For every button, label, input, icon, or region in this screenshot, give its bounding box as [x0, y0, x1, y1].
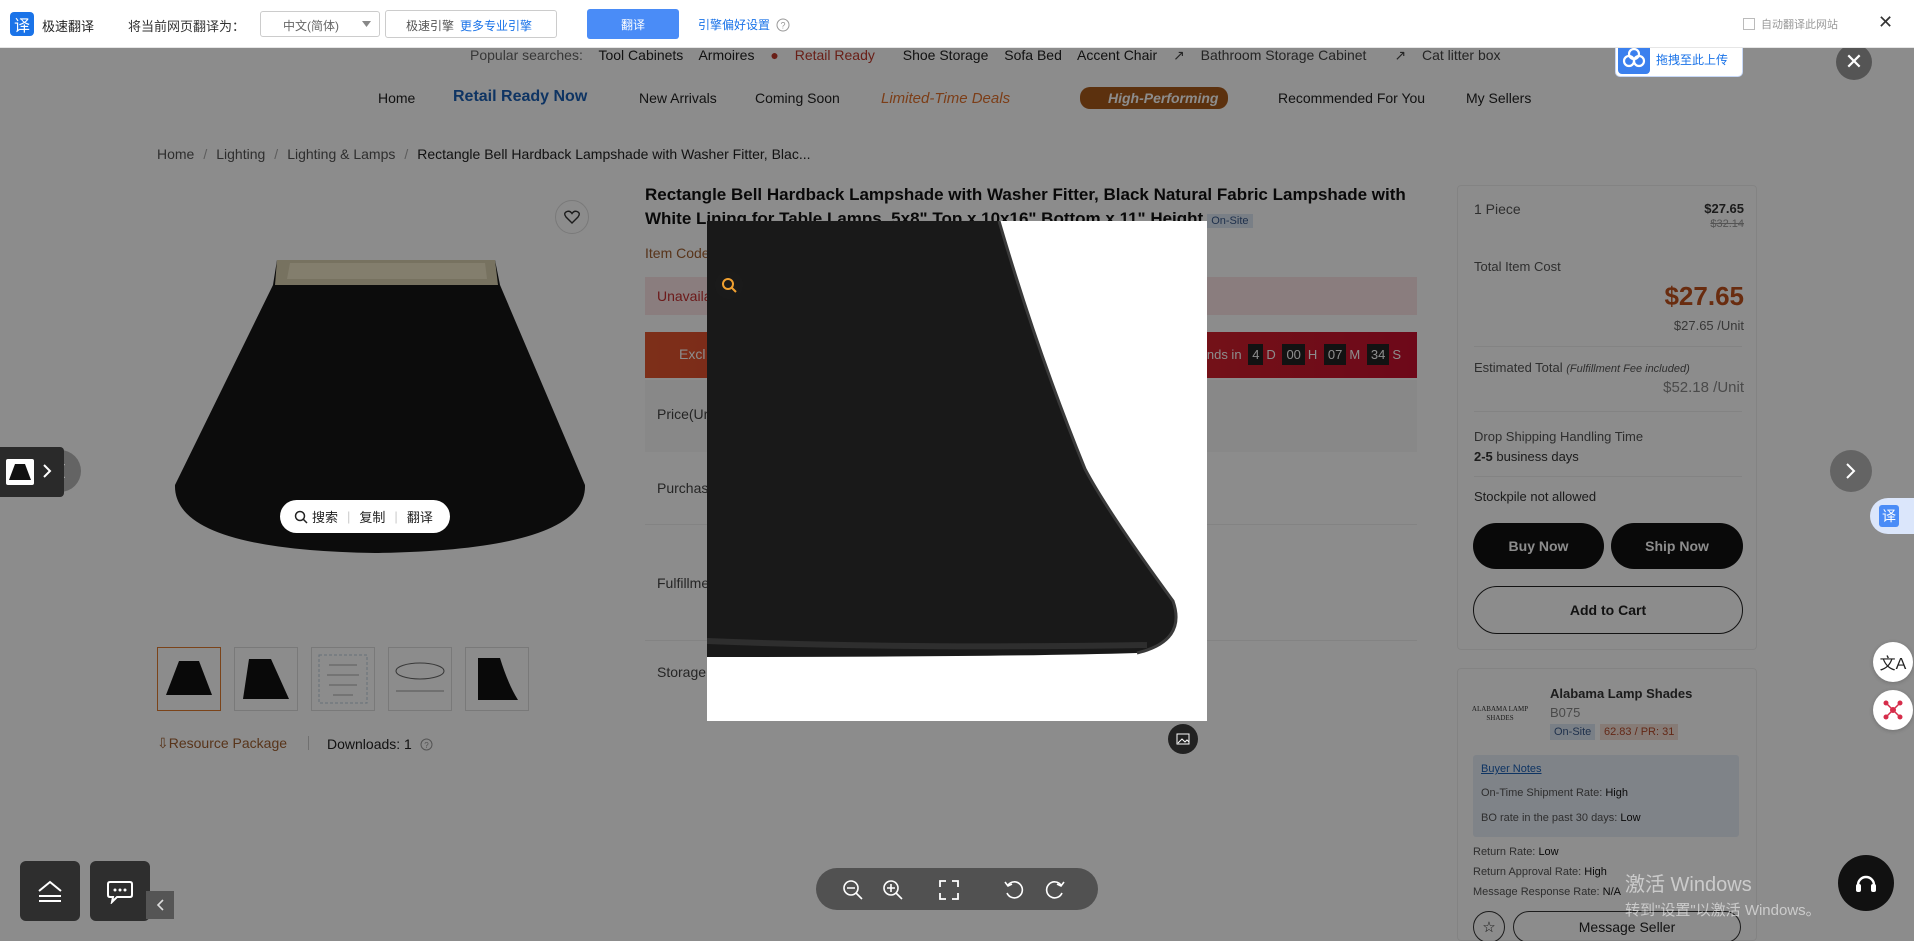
search-icon: [294, 510, 308, 524]
language-icon: 文A: [1879, 656, 1907, 673]
translate-tool-button[interactable]: 文A: [1873, 642, 1913, 682]
auto-translate-label: 自动翻译此网站: [1761, 19, 1838, 31]
chat-bubble-icon: [107, 881, 133, 904]
search-icon: [722, 278, 737, 293]
translate-char-icon: 译: [1879, 505, 1899, 527]
translate-app-name: 极速翻译: [42, 19, 95, 34]
mindmap-tool-button[interactable]: [1873, 690, 1913, 730]
engine-select[interactable]: 极速引擎 更多专业引擎: [385, 10, 557, 38]
zoom-out-icon[interactable]: [842, 879, 864, 901]
svg-text:?: ?: [781, 21, 786, 31]
translate-button[interactable]: 翻译: [587, 9, 679, 39]
language-value: 中文(简体): [283, 19, 339, 33]
language-select[interactable]: 中文(简体): [260, 11, 380, 37]
side-thumbnail-tab[interactable]: [0, 447, 64, 497]
network-icon: [1883, 700, 1903, 720]
drag-upload-label: 拖拽至此上传: [1656, 52, 1729, 67]
watermark-line1: 激活 Windows: [1625, 874, 1752, 896]
page-root: 译 极速翻译 将当前网页翻译为： 中文(简体) 极速引擎 更多专业引擎 翻译 引擎…: [0, 0, 1914, 941]
cloud-upload-icon: [1618, 44, 1650, 74]
image-upload-icon[interactable]: [1168, 724, 1198, 754]
viewer-toolbar: [816, 868, 1098, 910]
engine-value: 极速引擎: [406, 19, 455, 33]
headset-icon: [1856, 875, 1876, 892]
chevron-right-icon: [1846, 463, 1856, 479]
translate-close-icon[interactable]: ✕: [1878, 12, 1893, 33]
home-arrow-icon: [38, 880, 62, 902]
engine-preferences-link[interactable]: 引擎偏好设置 ?: [698, 16, 790, 33]
engine-preferences-label: 引擎偏好设置: [698, 18, 771, 32]
windows-activation-watermark: 激活 Windows 转到"设置"以激活 Windows。: [1625, 872, 1821, 924]
chevron-right-icon: [43, 464, 52, 478]
quick-search-button[interactable]: 搜索: [312, 507, 338, 526]
help-icon: ?: [776, 18, 790, 32]
chat-button[interactable]: [90, 861, 150, 921]
side-translate-button[interactable]: 译: [1870, 498, 1914, 534]
rotate-right-icon[interactable]: [1044, 879, 1066, 901]
quick-action-menu: 搜索 | 复制 | 翻译: [280, 500, 450, 533]
auto-translate-checkbox[interactable]: 自动翻译此网站: [1743, 16, 1838, 32]
visual-search-icon[interactable]: [715, 271, 743, 299]
image-icon: [1176, 733, 1190, 745]
quick-translate-button[interactable]: 翻译: [407, 507, 433, 526]
more-engines-link[interactable]: 更多专业引擎: [460, 19, 532, 33]
zoomed-product-image: [707, 221, 1178, 657]
translate-logo-icon: 译: [10, 12, 34, 36]
lamp-icon: [9, 464, 31, 480]
collapse-button[interactable]: [146, 891, 174, 919]
image-viewer[interactable]: [707, 221, 1207, 721]
translate-prompt: 将当前网页翻译为：: [128, 19, 246, 34]
back-to-top-button[interactable]: [20, 861, 80, 921]
rotate-left-icon[interactable]: [1003, 879, 1025, 901]
zoom-in-icon[interactable]: [882, 879, 904, 901]
viewer-close-icon[interactable]: ✕: [1836, 44, 1872, 80]
translate-toolbar: 译 极速翻译 将当前网页翻译为： 中文(简体) 极速引擎 更多专业引擎 翻译 引擎…: [0, 0, 1914, 48]
next-image-arrow[interactable]: [1830, 450, 1872, 492]
chevron-down-icon: [362, 21, 371, 27]
watermark-line2: 转到"设置"以激活 Windows。: [1625, 902, 1821, 919]
chevron-left-icon: [156, 899, 164, 911]
fullscreen-icon[interactable]: [938, 879, 960, 901]
checkbox-box: [1743, 18, 1755, 30]
support-chat-button[interactable]: [1838, 855, 1894, 911]
thumbnail-preview: [6, 459, 34, 485]
quick-copy-button[interactable]: 复制: [359, 507, 385, 526]
